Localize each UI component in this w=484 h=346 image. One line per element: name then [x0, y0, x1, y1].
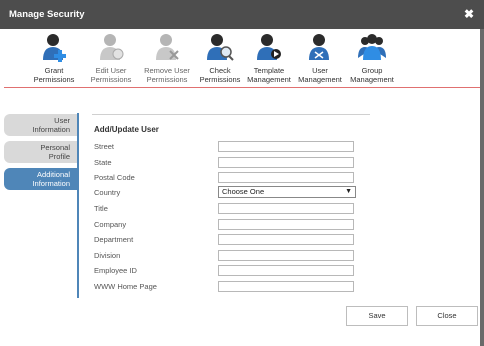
title-bar: Manage Security ✖ — [0, 0, 484, 29]
sidebar-divider — [77, 113, 79, 298]
state-label: State — [94, 158, 112, 167]
save-button[interactable]: Save — [346, 306, 408, 326]
template-management-icon — [257, 34, 281, 60]
www-home-page-label: WWW Home Page — [94, 282, 157, 291]
employee-id-input[interactable] — [218, 265, 354, 276]
window-edge — [480, 29, 484, 346]
grant-permissions-button[interactable]: Grant Permissions — [28, 32, 80, 84]
department-label: Department — [94, 235, 134, 244]
close-button[interactable]: Close — [416, 306, 478, 326]
check-permissions-icon — [207, 34, 234, 61]
tab-additional-information[interactable]: Additional Information — [4, 168, 79, 190]
form-top-divider — [92, 114, 370, 115]
street-label: Street — [94, 142, 115, 151]
group-management-button[interactable]: Group Management — [347, 32, 397, 84]
country-select[interactable]: Choose One ▼ — [218, 186, 356, 198]
dropdown-arrow-icon: ▼ — [345, 188, 352, 195]
title-label: Title — [94, 204, 108, 213]
dialog-title: Manage Security — [9, 9, 85, 20]
employee-id-label: Employee ID — [94, 266, 137, 275]
toolbar-divider — [4, 87, 480, 88]
close-icon[interactable]: ✖ — [464, 7, 474, 21]
tab-user-information[interactable]: User Information — [4, 114, 79, 136]
edit-user-permissions-icon — [100, 34, 124, 60]
title-input[interactable] — [218, 203, 354, 214]
company-label: Company — [94, 220, 127, 229]
manage-security-dialog: Manage Security ✖ Grant Permissions Edit… — [0, 0, 484, 346]
division-label: Division — [94, 251, 121, 260]
template-management-button[interactable]: Template Management — [245, 32, 293, 84]
grant-permissions-icon — [43, 34, 66, 62]
state-input[interactable] — [218, 157, 354, 168]
remove-user-permissions-icon — [156, 34, 179, 60]
postal-code-label: Postal Code — [94, 173, 135, 182]
remove-user-permissions-button[interactable]: Remove User Permissions — [137, 32, 197, 84]
group-management-icon — [358, 34, 386, 60]
company-input[interactable] — [218, 219, 354, 230]
edit-user-permissions-button[interactable]: Edit User Permissions — [86, 32, 136, 84]
user-management-button[interactable]: User Management — [296, 32, 344, 84]
check-permissions-button[interactable]: Check Permissions — [196, 32, 244, 84]
department-input[interactable] — [218, 234, 354, 245]
street-input[interactable] — [218, 141, 354, 152]
tab-personal-profile[interactable]: Personal Profile — [4, 141, 79, 163]
postal-code-input[interactable] — [218, 172, 354, 183]
country-label: Country — [94, 188, 121, 197]
www-home-page-input[interactable] — [218, 281, 354, 292]
user-management-icon — [309, 34, 329, 60]
country-select-value: Choose One — [222, 187, 265, 196]
division-input[interactable] — [218, 250, 354, 261]
toolbar: Grant Permissions Edit User Permissions … — [0, 29, 484, 88]
form-title: Add/Update User — [94, 125, 159, 134]
